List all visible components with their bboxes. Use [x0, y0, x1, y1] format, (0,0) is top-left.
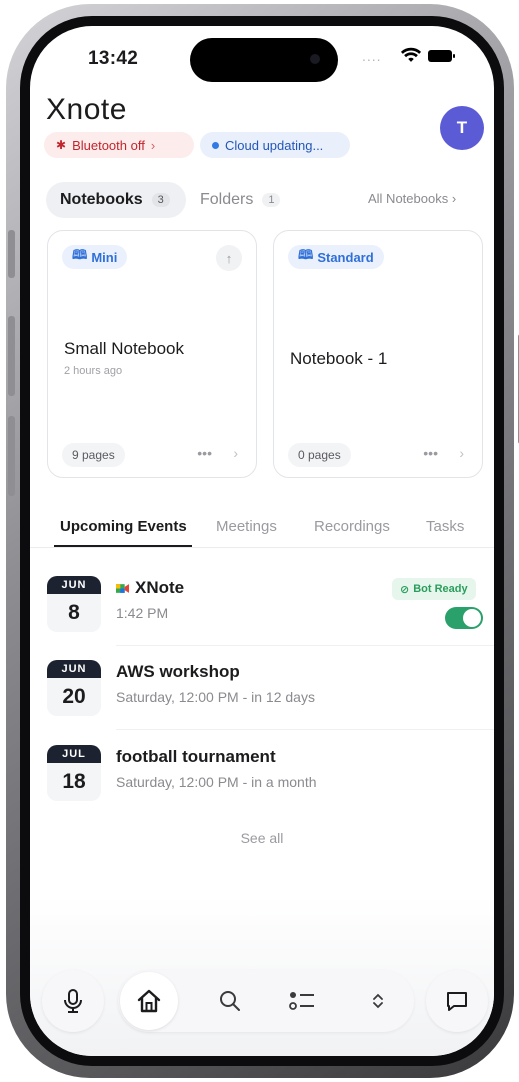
- event-day: 20: [62, 685, 86, 708]
- divider: [30, 547, 494, 548]
- pin-icon[interactable]: ↑: [216, 245, 242, 271]
- notebook-title: Small Notebook: [64, 339, 185, 358]
- book-icon: 🕮: [298, 247, 314, 262]
- home-icon: [137, 989, 161, 1013]
- notebook-card[interactable]: 🕮 Standard Notebook - 1 0 pages ••• ›: [273, 230, 483, 478]
- google-meet-icon: [116, 583, 129, 593]
- tab-recordings[interactable]: Recordings: [314, 518, 390, 535]
- notebook-modified: 2 hours ago: [64, 365, 123, 377]
- avatar[interactable]: T: [440, 106, 484, 150]
- tab-upcoming-events[interactable]: Upcoming Events: [60, 518, 187, 535]
- battery-icon: [428, 50, 455, 62]
- tab-folders[interactable]: Folders 1: [200, 182, 281, 218]
- more-icon[interactable]: •••: [423, 445, 438, 461]
- tab-notebooks-label: Notebooks: [60, 191, 143, 208]
- event-title-label: XNote: [135, 578, 185, 597]
- tab-meetings[interactable]: Meetings: [216, 518, 277, 535]
- volume-down-button: [8, 416, 15, 496]
- book-icon: 🕮: [72, 247, 88, 262]
- event-time: Saturday, 12:00 PM - in a month: [116, 774, 317, 790]
- tab-notebooks[interactable]: Notebooks 3: [46, 182, 186, 218]
- event-day: 8: [68, 601, 80, 624]
- app-logo: Xnote: [46, 93, 127, 126]
- home-button[interactable]: [120, 972, 178, 1030]
- event-day: 18: [62, 770, 86, 793]
- event-time: Saturday, 12:00 PM - in 12 days: [116, 689, 315, 705]
- notebook-size-label: Standard: [317, 249, 374, 265]
- chevron-right-icon[interactable]: ›: [233, 445, 238, 461]
- status-time: 13:42: [88, 48, 139, 69]
- cloud-status-label: Cloud updating...: [225, 137, 324, 153]
- bot-toggle[interactable]: [445, 607, 483, 629]
- tab-folders-label: Folders: [200, 191, 254, 208]
- event-title: AWS workshop: [116, 662, 240, 681]
- bot-ready-label: Bot Ready: [413, 583, 468, 595]
- tasks-button[interactable]: [276, 970, 328, 1032]
- event-row[interactable]: JUL 18 football tournament Saturday, 12:…: [30, 733, 494, 815]
- event-month: JUN: [47, 576, 101, 594]
- expand-button[interactable]: [352, 970, 404, 1032]
- divider: [116, 645, 494, 646]
- action-button: [8, 230, 15, 278]
- wifi-icon: [400, 47, 422, 62]
- notebook-pages-badge: 0 pages: [288, 443, 351, 467]
- chevron-right-icon[interactable]: ›: [459, 445, 464, 461]
- chat-icon: [447, 992, 467, 1011]
- notebooks-count-badge: 3: [151, 193, 170, 207]
- chevron-right-icon: ›: [150, 137, 156, 153]
- check-circle-icon: ⊘: [400, 583, 410, 596]
- cloud-status-dot: [212, 141, 219, 149]
- divider: [116, 729, 494, 730]
- bluetooth-off-icon: ✱: [56, 138, 67, 152]
- event-month: JUL: [47, 745, 101, 763]
- notebook-size-badge: 🕮 Standard: [288, 245, 384, 269]
- search-icon: [220, 991, 240, 1011]
- event-date: JUN 20: [47, 660, 101, 716]
- notebook-size-badge: 🕮 Mini: [62, 245, 128, 269]
- notebook-pages-badge: 9 pages: [62, 443, 125, 467]
- volume-up-button: [8, 316, 15, 396]
- event-row[interactable]: JUN 8 XNote 1:42 PM ⊘ Bot Ready: [30, 564, 494, 646]
- event-date: JUL 18: [47, 745, 101, 801]
- notebook-title: Notebook - 1: [290, 349, 388, 368]
- all-notebooks-link[interactable]: All Notebooks ›: [368, 191, 456, 206]
- event-date: JUN 8: [47, 576, 101, 632]
- event-month: JUN: [47, 660, 101, 678]
- screen: 13:42 .... Xnote T ✱ Bluetooth off › Clo…: [30, 26, 494, 1056]
- event-time: 1:42 PM: [116, 605, 169, 621]
- mic-button[interactable]: [42, 970, 104, 1032]
- folders-count-badge: 1: [262, 193, 281, 207]
- bot-ready-badge: ⊘ Bot Ready: [392, 578, 476, 600]
- phone-frame: 13:42 .... Xnote T ✱ Bluetooth off › Clo…: [6, 4, 519, 1078]
- event-title: football tournament: [116, 747, 276, 766]
- see-all-link[interactable]: See all: [30, 830, 494, 846]
- mic-icon: [64, 989, 82, 1013]
- expand-icon: [373, 993, 383, 1009]
- notebook-card[interactable]: 🕮 Mini ↑ Small Notebook 2 hours ago 9 pa…: [47, 230, 257, 478]
- notebook-size-label: Mini: [91, 249, 118, 265]
- search-button[interactable]: [204, 970, 256, 1032]
- tab-tasks[interactable]: Tasks: [426, 518, 464, 535]
- bluetooth-status-pill[interactable]: ✱ Bluetooth off ›: [44, 132, 194, 158]
- event-title: XNote: [116, 578, 184, 598]
- signal-icon: ....: [362, 48, 382, 64]
- dynamic-island: [190, 38, 338, 82]
- cloud-status-pill[interactable]: Cloud updating...: [200, 132, 350, 158]
- chat-button[interactable]: [426, 970, 488, 1032]
- bluetooth-status-label: Bluetooth off: [72, 137, 145, 153]
- checklist-icon: [289, 992, 314, 1010]
- event-row[interactable]: JUN 20 AWS workshop Saturday, 12:00 PM -…: [30, 648, 494, 730]
- more-icon[interactable]: •••: [197, 445, 212, 461]
